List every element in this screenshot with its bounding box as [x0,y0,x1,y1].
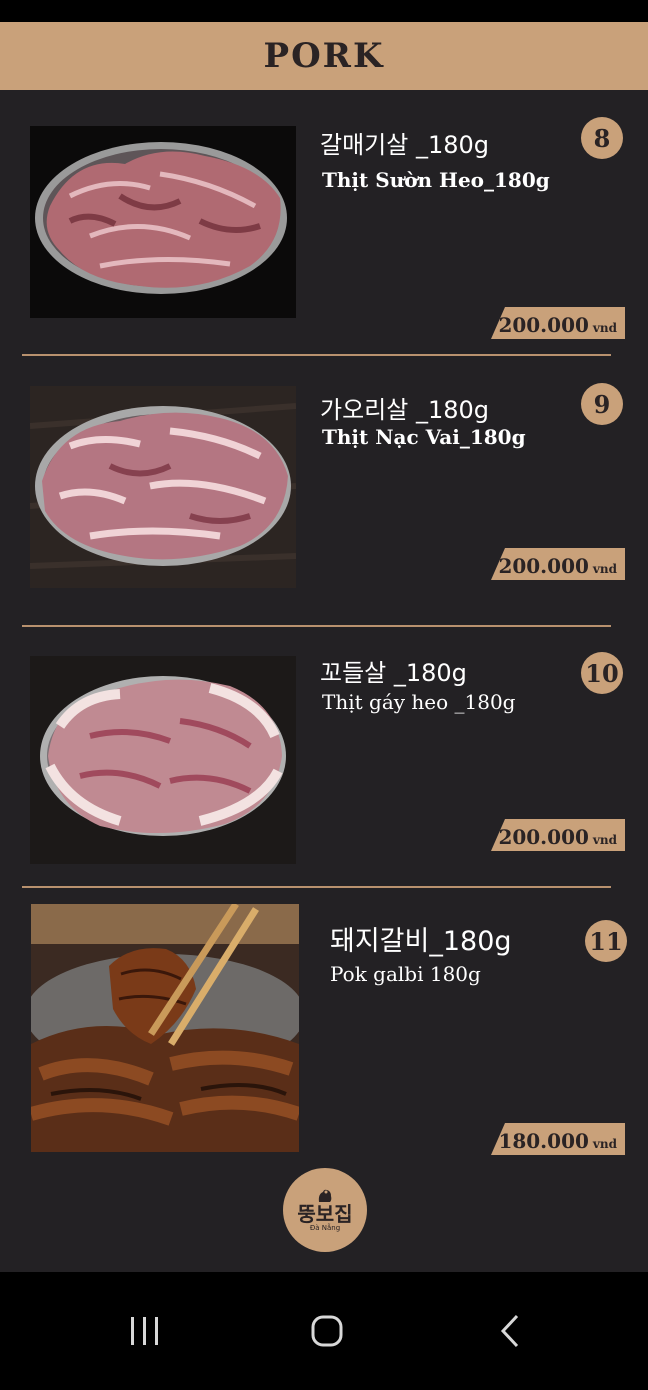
price-tag: 180.000 vnd [491,1123,625,1155]
page-header: PORK [0,22,648,90]
item-number-badge: 9 [581,383,623,425]
status-bar [0,0,648,22]
price-tag: 200.000 vnd [491,548,625,580]
meat-photo [31,904,299,1152]
logo-text: 뚱보집 [297,1202,353,1226]
item-name-vietnamese: Thịt Sườn Heo_180g [322,168,550,192]
home-icon [311,1315,343,1347]
price-amount: 180.000 [498,1129,589,1153]
recent-apps-button[interactable] [85,1272,205,1390]
price-amount: 200.000 [498,825,589,849]
price-currency: vnd [592,1137,617,1151]
item-name-korean: 돼지갈비_180g [330,926,512,957]
item-name-vietnamese: Pok galbi 180g [330,962,481,986]
recent-apps-icon [131,1317,158,1345]
restaurant-logo: 뚱보집 Đà Nẵng [283,1168,367,1252]
price-tag: 200.000 vnd [491,307,625,339]
divider [22,354,611,356]
meat-photo [30,386,296,588]
home-button[interactable] [267,1272,387,1390]
navigation-bar [0,1272,648,1390]
price-amount: 200.000 [498,554,589,578]
divider [22,886,611,888]
item-name-korean: 가오리살 _180g [320,396,489,424]
item-number-badge: 10 [581,652,623,694]
price-currency: vnd [592,562,617,576]
back-icon [500,1314,519,1348]
price-currency: vnd [592,321,617,335]
divider [22,625,611,627]
item-number-badge: 8 [581,117,623,159]
back-button[interactable] [450,1272,570,1390]
price-amount: 200.000 [498,313,589,337]
item-name-korean: 갈매기살 _180g [320,131,489,159]
logo-subtext: Đà Nẵng [309,1224,341,1232]
price-tag: 200.000 vnd [491,819,625,851]
item-number-badge: 11 [585,920,627,962]
meat-photo [30,126,296,318]
meat-photo [30,656,296,864]
item-name-vietnamese: Thịt Nạc Vai_180g [322,425,526,449]
item-name-vietnamese: Thịt gáy heo _180g [322,690,516,714]
price-currency: vnd [592,833,617,847]
page-title: PORK [263,36,385,76]
item-name-korean: 꼬들살 _180g [320,659,467,687]
menu-page: PORK 갈매기살 _180g Thịt Sườn Heo_180g 8 200… [0,22,648,1272]
